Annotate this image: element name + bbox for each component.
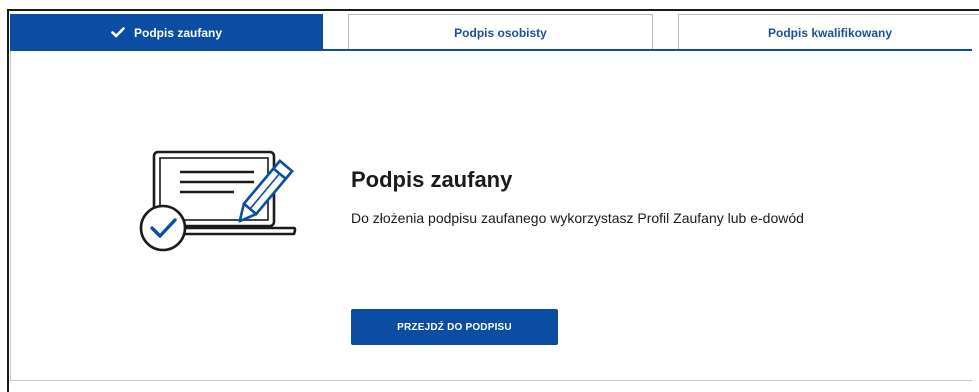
check-icon [111,27,125,38]
laptop-signature-icon [136,142,312,262]
button-label: PRZEJDŹ DO PODPISU [397,321,512,333]
panel-title: Podpis zaufany [351,167,513,192]
panel-description: Do złożenia podpisu zaufanego wykorzysta… [351,210,804,226]
tab-podpis-osobisty[interactable]: Podpis osobisty [348,14,653,50]
go-to-signature-button[interactable]: PRZEJDŹ DO PODPISU [351,309,558,345]
tab-podpis-zaufany[interactable]: Podpis zaufany [10,14,323,50]
tab-label: Podpis zaufany [133,25,222,40]
tab-podpis-kwalifikowany[interactable]: Podpis kwalifikowany [678,14,979,50]
tab-label: Podpis osobisty [454,25,547,40]
signature-tabs: Podpis zaufany Podpis osobisty Podpis kw… [10,14,979,50]
tab-label: Podpis kwalifikowany [767,25,893,40]
